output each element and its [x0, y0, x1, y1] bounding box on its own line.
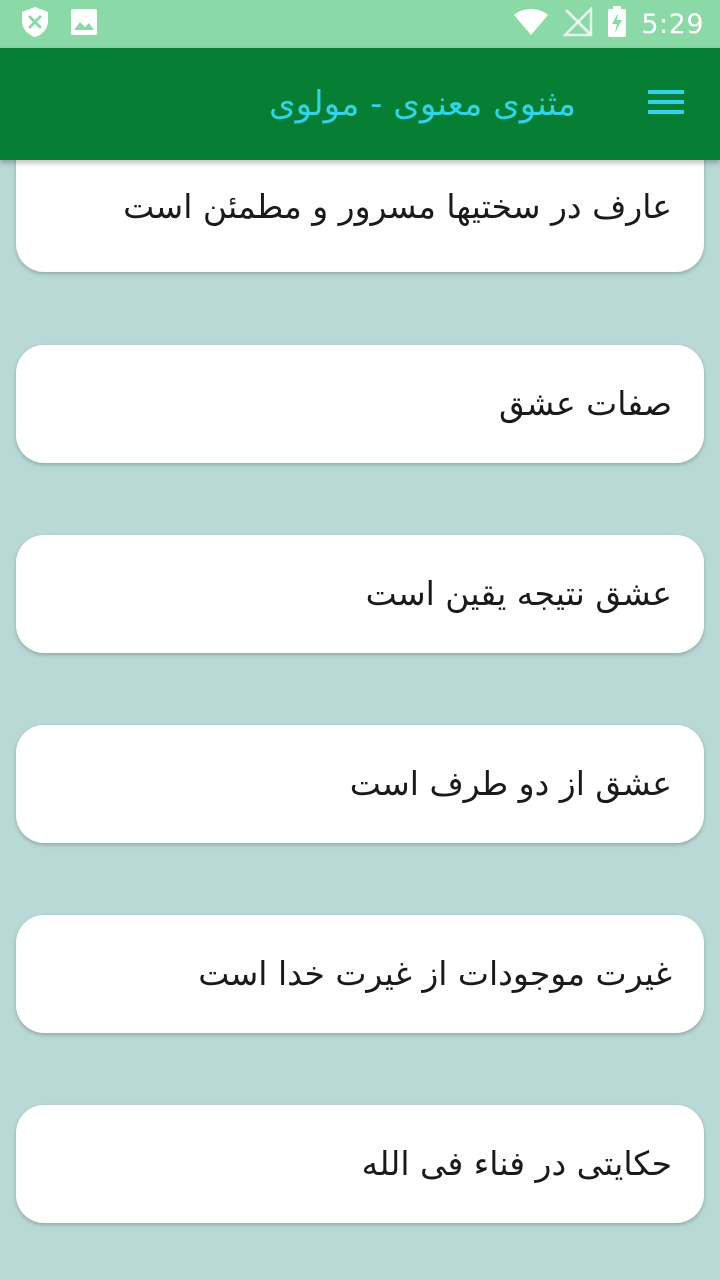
- hamburger-menu-icon: [647, 87, 685, 121]
- list-item[interactable]: حکایتی در فناء فی الله: [16, 1105, 704, 1223]
- app-bar: مثنوی معنوی - مولوی: [0, 48, 720, 160]
- list-item[interactable]: عشق نتیجه یقین است: [16, 535, 704, 653]
- battery-charging-icon: [607, 6, 627, 42]
- list-item[interactable]: عارف در سختیها مسرور و مطمئن است: [16, 160, 704, 272]
- list-item-label: عارف در سختیها مسرور و مطمئن است: [123, 187, 672, 226]
- list-item[interactable]: غیرت موجودات از غیرت خدا است: [16, 915, 704, 1033]
- list-item-label: عشق از دو طرف است: [349, 764, 672, 803]
- wifi-icon: [513, 7, 549, 41]
- list-item-label: حکایتی در فناء فی الله: [361, 1144, 672, 1183]
- status-bar-left: [20, 6, 98, 42]
- list-item-label: صفات عشق: [499, 384, 672, 423]
- list-item[interactable]: صفات عشق: [16, 345, 704, 463]
- hamburger-menu-button[interactable]: [644, 84, 688, 124]
- list-item[interactable]: عشق از دو طرف است: [16, 725, 704, 843]
- image-icon: [70, 8, 98, 40]
- list-item-label: عشق نتیجه یقین است: [365, 574, 672, 613]
- status-time: 5:29: [641, 8, 704, 40]
- status-bar: 5:29: [0, 0, 720, 48]
- content-list[interactable]: عارف در سختیها مسرور و مطمئن است صفات عش…: [0, 160, 720, 1280]
- app-title: مثنوی معنوی - مولوی: [269, 84, 576, 124]
- shield-x-icon: [20, 6, 50, 42]
- status-bar-right: 5:29: [513, 0, 704, 48]
- list-item-label: غیرت موجودات از غیرت خدا است: [198, 954, 672, 993]
- no-signal-icon: [562, 5, 593, 41]
